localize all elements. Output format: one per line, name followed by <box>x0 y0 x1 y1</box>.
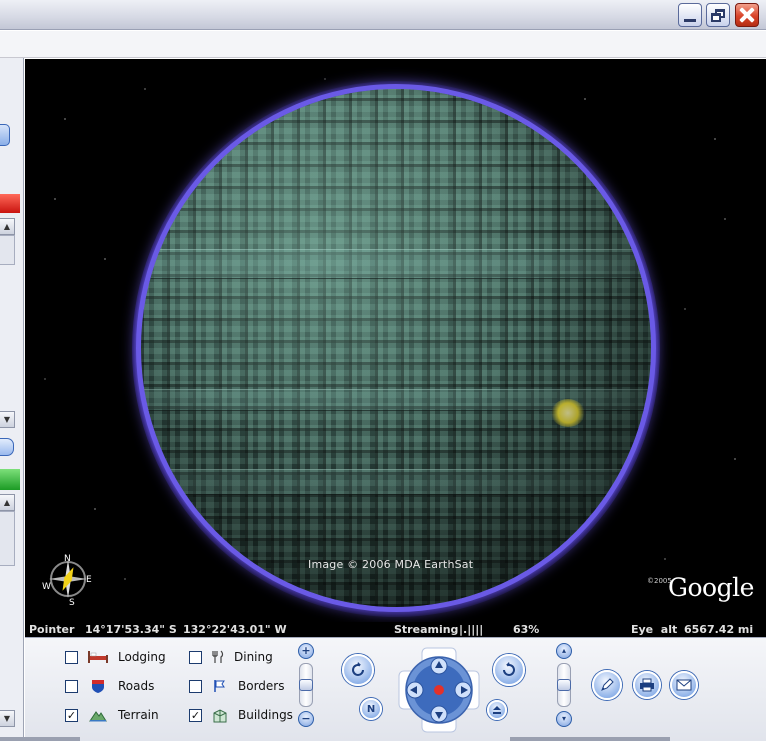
layers-scrollbar-thumb[interactable] <box>0 511 15 566</box>
compass-icon[interactable]: N E S W <box>41 552 95 606</box>
checkbox[interactable]: ✓ <box>189 708 202 722</box>
printer-icon <box>640 678 654 692</box>
control-panel: Lodging Dining Roads Borders ✓ Terrain ✓… <box>25 637 766 741</box>
bottom-edge <box>510 737 670 741</box>
layer-terrain[interactable]: ✓ Terrain <box>65 706 159 724</box>
interstate-shield-icon <box>87 679 109 694</box>
zoom-in-button[interactable]: + <box>298 643 314 659</box>
scrollbar-thumb[interactable] <box>0 235 15 265</box>
places-panel-header[interactable] <box>0 194 20 213</box>
minimize-icon <box>684 18 696 22</box>
layer-roads[interactable]: Roads <box>65 677 154 695</box>
compass-s: S <box>69 598 75 606</box>
layer-label: Buildings <box>238 708 293 722</box>
title-bar[interactable] <box>0 0 766 30</box>
layers-panel-header[interactable] <box>0 469 20 490</box>
side-panel: ▲ ▼ ▲ ▼ <box>0 58 24 741</box>
layers-scroll-up-arrow-icon[interactable]: ▲ <box>0 494 15 511</box>
pointer-longitude: 132°22'43.01" W <box>183 623 287 636</box>
google-logo: Google <box>668 573 754 602</box>
tilt-slider[interactable] <box>557 663 571 707</box>
tilt-down-icon: ▾ <box>561 714 566 723</box>
tilt-reset-icon <box>493 706 501 714</box>
layer-label: Lodging <box>118 650 166 664</box>
layer-label: Roads <box>118 679 155 693</box>
zoom-slider[interactable] <box>299 663 313 707</box>
checkbox[interactable] <box>65 650 78 664</box>
email-button[interactable] <box>670 671 698 699</box>
pencil-ruler-icon <box>601 678 614 691</box>
google-earth-window: ▲ ▼ ▲ ▼ Image © 2006 MDA EarthSat N E S … <box>0 0 766 741</box>
close-button[interactable] <box>735 3 759 27</box>
layer-label: Terrain <box>118 708 159 722</box>
imagery-credit: Image © 2006 MDA EarthSat <box>308 558 474 571</box>
tilt-slider-knob[interactable] <box>557 679 571 691</box>
compass-e: E <box>86 575 92 585</box>
restore-button[interactable] <box>706 3 730 27</box>
globe-shading <box>141 89 651 607</box>
pointer-latitude: 14°17'53.34" S <box>85 623 177 636</box>
rotate-right-button[interactable] <box>493 654 525 686</box>
scroll-down-arrow-icon[interactable]: ▼ <box>0 411 15 428</box>
center-reset-icon[interactable] <box>434 685 444 695</box>
envelope-icon <box>676 679 692 691</box>
fork-knife-icon <box>211 650 225 665</box>
bed-icon <box>87 650 109 665</box>
compass-w: W <box>42 582 51 592</box>
minimize-button[interactable] <box>678 3 702 27</box>
layer-label: Borders <box>238 679 285 693</box>
zoom-out-button[interactable]: − <box>298 711 314 727</box>
tilt-up-icon: ▴ <box>561 646 566 655</box>
flag-icon <box>211 679 229 694</box>
print-button[interactable] <box>633 671 661 699</box>
draw-tool-button[interactable] <box>592 670 622 700</box>
checkbox[interactable] <box>189 650 202 664</box>
layer-lodging[interactable]: Lodging <box>65 648 166 666</box>
layer-label: Dining <box>234 650 273 664</box>
layer-borders[interactable]: Borders <box>189 677 284 695</box>
bottom-edge <box>0 737 80 741</box>
rotate-left-button[interactable] <box>342 654 374 686</box>
streaming-percent: 63% <box>513 623 540 636</box>
mountain-icon <box>87 708 109 723</box>
building-icon <box>211 708 229 723</box>
layers-scroll-down-arrow-icon[interactable]: ▼ <box>0 710 15 727</box>
tilt-up-button[interactable]: ▴ <box>556 643 572 659</box>
eye-altitude: 6567.42 mi <box>684 623 754 636</box>
globe[interactable] <box>141 89 651 607</box>
compass-n: N <box>64 554 71 564</box>
panel-action-button[interactable] <box>0 438 14 456</box>
layer-buildings[interactable]: ✓ Buildings <box>189 706 293 724</box>
close-icon <box>739 7 755 23</box>
menu-bar <box>0 31 766 58</box>
status-bar: Pointer 14°17'53.34" S 132°22'43.01" W S… <box>25 622 766 637</box>
eye-alt-label: Eye alt <box>631 623 678 636</box>
checkbox[interactable] <box>65 679 78 693</box>
layer-dining[interactable]: Dining <box>189 648 273 666</box>
north-up-button[interactable]: N <box>360 698 382 720</box>
navigation-dpad[interactable] <box>397 646 481 734</box>
streaming-label: Streaming <box>394 623 459 636</box>
scroll-up-arrow-icon[interactable]: ▲ <box>0 218 15 235</box>
earth-3d-view[interactable]: Image © 2006 MDA EarthSat N E S W ©2005 … <box>25 59 766 622</box>
checkbox[interactable] <box>189 679 202 693</box>
tilt-down-button[interactable]: ▾ <box>556 711 572 727</box>
top-down-view-button[interactable] <box>487 700 507 720</box>
search-go-button[interactable] <box>0 124 10 146</box>
checkbox[interactable]: ✓ <box>65 708 78 722</box>
restore-icon <box>711 8 725 22</box>
rotate-ccw-icon <box>352 662 364 676</box>
streaming-bar: |.|||| <box>459 623 484 636</box>
rotate-cw-icon <box>503 662 515 676</box>
zoom-slider-knob[interactable] <box>299 679 313 691</box>
pointer-label: Pointer <box>29 623 75 636</box>
